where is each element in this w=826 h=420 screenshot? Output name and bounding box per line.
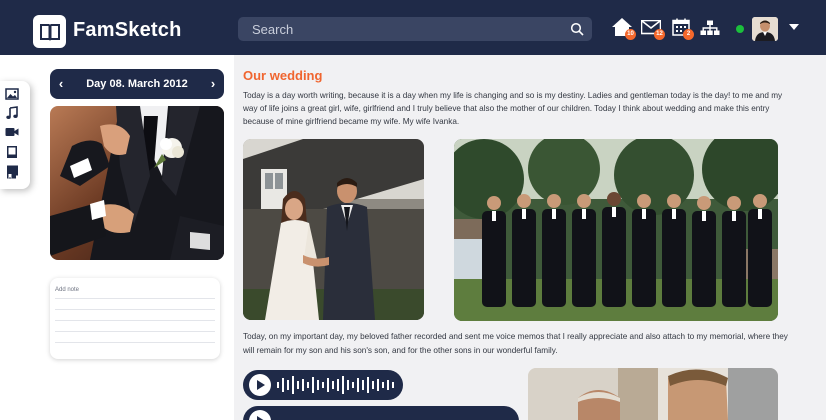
online-status-indicator: [736, 25, 744, 33]
search-input[interactable]: [246, 17, 556, 41]
voice-memo-player[interactable]: [243, 406, 519, 420]
note-line: [55, 320, 215, 321]
search-icon[interactable]: [570, 22, 584, 36]
entry-paragraph: Today, on my important day, my beloved f…: [243, 332, 788, 355]
search-bar: [238, 17, 592, 41]
note-line: [55, 331, 215, 332]
next-day-button[interactable]: ›: [206, 76, 220, 92]
current-date: Day 08. March 2012: [86, 78, 188, 90]
note-line: [55, 298, 215, 299]
journal-entry: Our wedding Today is a day worth writing…: [234, 55, 826, 420]
groomsmen-group-image: [454, 139, 778, 321]
groom-boutonniere-image: [50, 106, 224, 260]
music-icon[interactable]: [5, 106, 19, 120]
notebook-icon[interactable]: [5, 145, 19, 159]
chevron-down-icon[interactable]: [788, 22, 800, 32]
voice-memo-player[interactable]: [243, 370, 403, 400]
father-photo[interactable]: [528, 368, 778, 420]
couple-photo[interactable]: [243, 139, 424, 320]
media-toolbar: [0, 81, 30, 189]
wedding-guests-image: [528, 368, 778, 420]
avatar[interactable]: [752, 17, 778, 41]
nav-mail[interactable]: 12: [641, 16, 665, 40]
note-line: [55, 309, 215, 310]
play-button[interactable]: [249, 410, 271, 420]
nav-home[interactable]: 10: [611, 16, 636, 40]
image-icon[interactable]: [5, 87, 19, 101]
add-note-label: Add note: [55, 287, 80, 293]
note-line: [55, 342, 215, 343]
mail-badge: 12: [654, 29, 665, 40]
play-button[interactable]: [249, 374, 271, 396]
entry-title: Our wedding: [243, 68, 323, 83]
book-logo-icon: [39, 23, 60, 40]
bride-and-groom-image: [243, 139, 424, 320]
video-icon[interactable]: [5, 125, 19, 139]
groomsmen-photo[interactable]: [454, 139, 778, 321]
app-name[interactable]: FamSketch: [73, 19, 182, 42]
nav-calendar[interactable]: 2: [671, 16, 695, 40]
user-avatar-image: [752, 17, 778, 41]
logo[interactable]: [33, 15, 66, 48]
nav-family-tree[interactable]: [700, 18, 722, 38]
play-icon: [257, 416, 264, 420]
calendar-badge: 2: [683, 29, 694, 40]
entry-paragraph: Today is a day worth writing, because it…: [243, 91, 783, 126]
date-navigator: ‹ Day 08. March 2012 ›: [50, 69, 224, 99]
note-card[interactable]: Add note: [50, 278, 220, 359]
play-icon: [257, 380, 265, 390]
bookmark-icon[interactable]: [5, 165, 19, 179]
waveform: [277, 376, 394, 394]
groom-photo[interactable]: [50, 106, 224, 260]
top-bar: FamSketch 10 12: [0, 0, 826, 55]
home-badge: 10: [625, 29, 636, 40]
family-tree-icon: [700, 20, 720, 35]
